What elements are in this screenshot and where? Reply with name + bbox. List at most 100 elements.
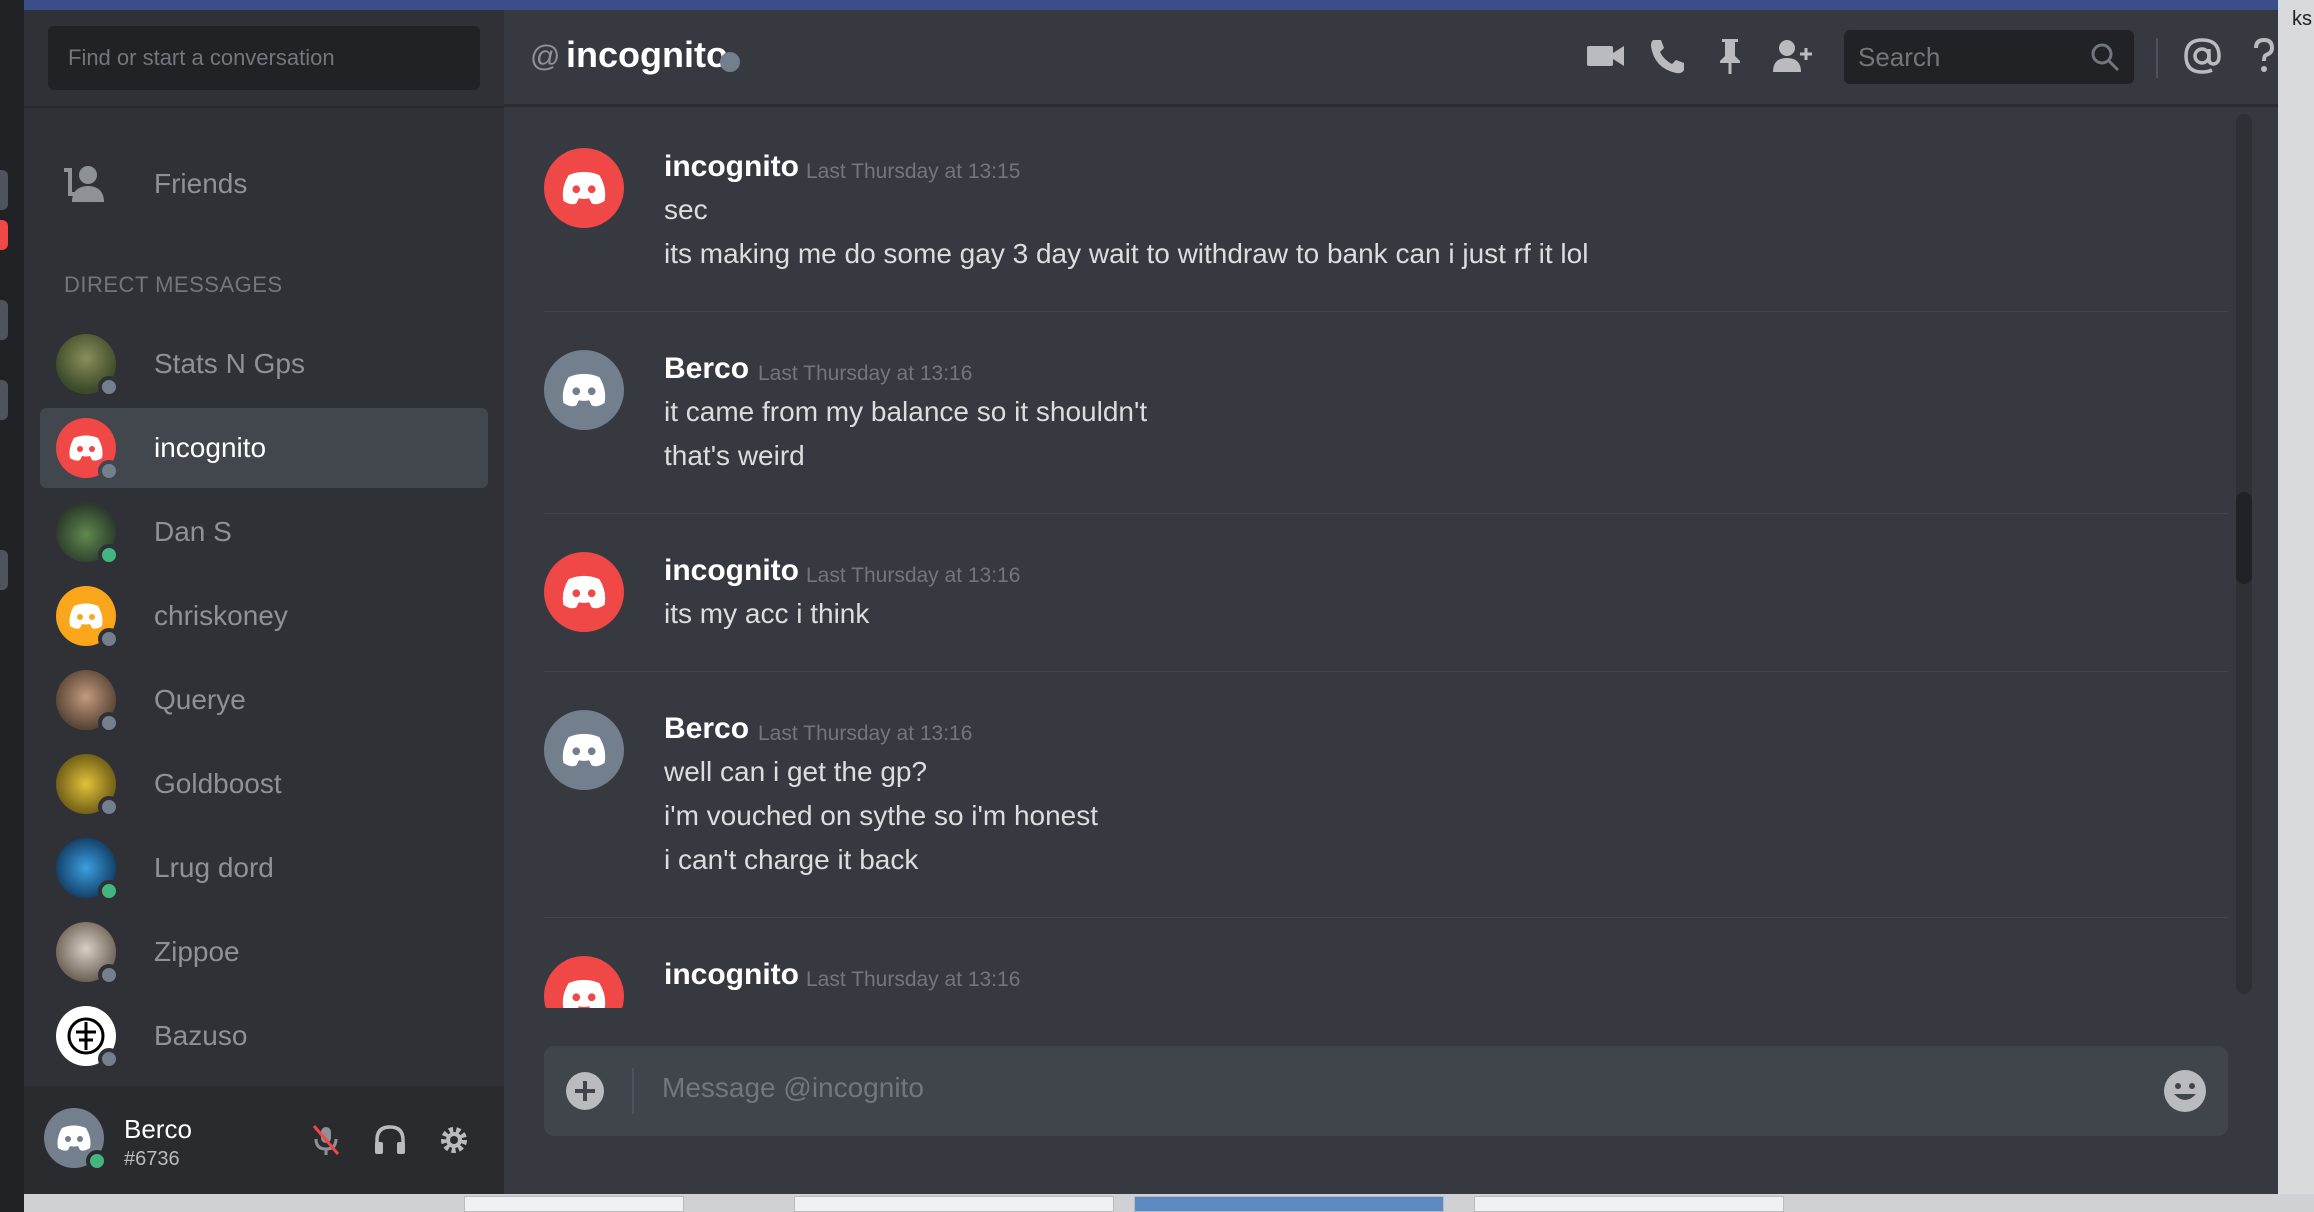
background-window-thumb	[464, 1196, 684, 1212]
user-panel: Berco #6736	[24, 1086, 504, 1194]
emblem-icon	[67, 1017, 105, 1055]
dm-item-incognito[interactable]: incognito	[40, 408, 488, 488]
friends-label: Friends	[154, 168, 248, 199]
message-text: it came from my balance so it shouldn't	[664, 396, 1148, 427]
dm-name: Lrug dord	[154, 852, 274, 883]
status-indicator	[98, 796, 120, 818]
dm-name: Goldboost	[154, 768, 282, 799]
discord-logo-icon	[562, 373, 606, 407]
composer-separator	[632, 1068, 634, 1114]
dm-item-dan-s[interactable]: Dan S	[40, 492, 488, 572]
desktop-left-edge	[0, 0, 24, 1212]
dm-item-goldboost[interactable]: Goldboost	[40, 744, 488, 824]
message-divider	[544, 311, 2228, 312]
message-group: Berco Last Thursday at 13:16 it came fro…	[544, 350, 2228, 514]
message-text: that's weird	[664, 440, 805, 471]
avatar[interactable]	[544, 956, 624, 1008]
message-timestamp: Last Thursday at 13:15	[806, 160, 1021, 183]
status-indicator	[98, 1048, 120, 1070]
chat-header: @ incognito Search	[504, 10, 2278, 106]
message-group: incognito Last Thursday at 13:15 sec its…	[544, 148, 2228, 312]
server-pill	[0, 170, 8, 210]
mentions-icon[interactable]	[2180, 34, 2224, 78]
voice-call-icon[interactable]	[1646, 34, 1690, 78]
avatar[interactable]	[544, 350, 624, 430]
dm-name: incognito	[154, 432, 267, 463]
status-indicator	[720, 52, 740, 72]
avatar[interactable]	[544, 552, 624, 632]
avatar	[56, 502, 120, 566]
avatar	[56, 670, 120, 734]
settings-gear-icon[interactable]	[436, 1122, 472, 1158]
search-icon	[2091, 43, 2120, 72]
attach-plus-icon[interactable]	[564, 1070, 606, 1112]
server-pill	[0, 380, 8, 420]
sidebar-divider	[24, 106, 504, 108]
message-text: sec	[664, 194, 708, 225]
background-windows-strip	[24, 1194, 2314, 1212]
direct-messages-header: DIRECT MESSAGES	[64, 272, 283, 297]
dm-item-bazuso[interactable]: Bazuso	[40, 996, 488, 1076]
mute-microphone-icon[interactable]	[308, 1122, 344, 1158]
avatar	[56, 838, 120, 902]
dm-item-querye[interactable]: Querye	[40, 660, 488, 740]
video-call-icon[interactable]	[1584, 34, 1628, 78]
discord-logo-icon	[57, 1125, 91, 1151]
avatar	[56, 334, 120, 398]
message-author[interactable]: incognito	[664, 554, 799, 588]
message-text: its making me do some gay 3 day wait to …	[664, 238, 1589, 269]
dm-item-lrug-dord[interactable]: Lrug dord	[40, 828, 488, 908]
dm-sidebar: Find or start a conversation Friends DIR…	[24, 10, 504, 1194]
message-timestamp: Last Thursday at 13:16	[806, 968, 1021, 991]
dm-item-stats-n-gps[interactable]: Stats N Gps	[40, 324, 488, 404]
background-window-thumb	[794, 1196, 1114, 1212]
server-pill	[0, 300, 8, 340]
friends-nav-item[interactable]: Friends	[48, 152, 480, 216]
search-input[interactable]: Search	[1844, 30, 2134, 84]
current-username: Berco	[124, 1114, 192, 1144]
message-timestamp: Last Thursday at 13:16	[806, 564, 1021, 587]
message-scrollbar-thumb[interactable]	[2236, 492, 2252, 584]
current-user-tag: #6736	[124, 1148, 180, 1170]
help-icon[interactable]	[2242, 34, 2278, 78]
friends-icon	[64, 166, 104, 202]
message-input-placeholder[interactable]: Message @incognito	[662, 1072, 924, 1104]
message-author[interactable]: incognito	[664, 150, 799, 184]
message-group: incognito Last Thursday at 13:16 its my …	[544, 552, 2228, 672]
avatar[interactable]	[544, 148, 624, 228]
message-author[interactable]: incognito	[664, 958, 799, 992]
message-composer[interactable]: Message @incognito	[544, 1046, 2228, 1136]
message-author[interactable]: Berco	[664, 712, 749, 746]
discord-window: Find or start a conversation Friends DIR…	[24, 0, 2278, 1194]
channel-title: incognito	[566, 34, 728, 75]
avatar[interactable]	[544, 710, 624, 790]
message-scrollbar-track[interactable]	[2236, 114, 2252, 994]
discord-logo-icon	[69, 435, 103, 461]
user-avatar[interactable]	[44, 1108, 108, 1172]
dm-item-zippoe[interactable]: Zippoe	[40, 912, 488, 992]
status-indicator	[98, 544, 120, 566]
dm-name: Querye	[154, 684, 246, 715]
discord-logo-icon	[562, 733, 606, 767]
dm-name: chriskoney	[154, 600, 288, 631]
find-conversation-input[interactable]: Find or start a conversation	[48, 26, 480, 90]
message-text: its my acc i think	[664, 598, 870, 629]
background-window-thumb	[1134, 1196, 1444, 1212]
server-pill	[0, 550, 8, 590]
status-indicator	[98, 376, 120, 398]
dm-item-chriskoney[interactable]: chriskoney	[40, 576, 488, 656]
pin-icon[interactable]	[1708, 34, 1752, 78]
status-indicator	[98, 712, 120, 734]
message-divider	[544, 513, 2228, 514]
background-window-thumb	[1474, 1196, 1784, 1212]
dm-name: Bazuso	[154, 1020, 248, 1051]
status-indicator	[98, 880, 120, 902]
avatar	[56, 1006, 120, 1070]
message-author[interactable]: Berco	[664, 352, 749, 386]
headphones-icon[interactable]	[372, 1122, 408, 1158]
add-friend-icon[interactable]	[1770, 34, 1814, 78]
notification-pill	[0, 220, 8, 250]
emoji-picker-icon[interactable]	[2162, 1068, 2208, 1114]
dm-name: Zippoe	[154, 936, 240, 967]
message-timestamp: Last Thursday at 13:16	[758, 722, 973, 745]
